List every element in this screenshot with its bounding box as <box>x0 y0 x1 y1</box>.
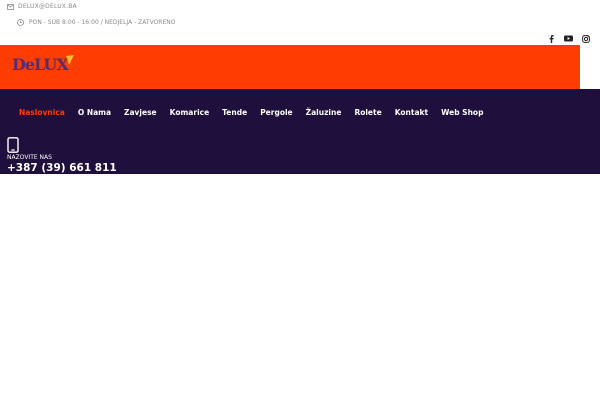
logo-band <box>0 45 580 89</box>
logo-text: DeLUX <box>12 55 69 74</box>
hours-text: PON - SUB 8:00 - 16:00 / NEDJELJA - ZATV… <box>29 19 176 26</box>
main-navigation: Naslovnica O Nama Zavjese Komarice Tende… <box>19 108 483 117</box>
clock-icon <box>17 19 24 26</box>
working-hours: PON - SUB 8:00 - 16:00 / NEDJELJA - ZATV… <box>17 19 175 26</box>
nav-item-zaluzine[interactable]: Žaluzine <box>306 108 342 117</box>
logo-mark-icon <box>66 55 74 65</box>
email-contact[interactable]: DELUX@DELUX.BA <box>7 3 77 10</box>
nav-item-web-shop[interactable]: Web Shop <box>441 108 483 117</box>
call-label: NAZOVITE NAS <box>7 154 52 161</box>
nav-item-o-nama[interactable]: O Nama <box>78 108 111 117</box>
facebook-icon[interactable] <box>547 34 556 43</box>
nav-item-komarice[interactable]: Komarice <box>170 108 210 117</box>
top-bar: DELUX@DELUX.BA PON - SUB 8:00 - 16:00 / … <box>0 0 600 45</box>
nav-item-pergole[interactable]: Pergole <box>260 108 292 117</box>
site-logo[interactable]: DeLUX <box>12 55 74 74</box>
nav-item-tende[interactable]: Tende <box>222 108 247 117</box>
nav-item-naslovnica[interactable]: Naslovnica <box>19 108 65 117</box>
nav-item-rolete[interactable]: Rolete <box>354 108 381 117</box>
email-text: DELUX@DELUX.BA <box>18 3 77 10</box>
instagram-icon[interactable] <box>581 34 590 43</box>
social-links <box>547 34 590 43</box>
youtube-icon[interactable] <box>564 34 573 43</box>
nav-item-zavjese[interactable]: Zavjese <box>124 108 157 117</box>
nav-item-kontakt[interactable]: Kontakt <box>395 108 428 117</box>
phone-number[interactable]: +387 (39) 661 811 <box>7 162 117 174</box>
mail-icon <box>7 3 14 10</box>
logo-band-edge <box>580 45 600 89</box>
